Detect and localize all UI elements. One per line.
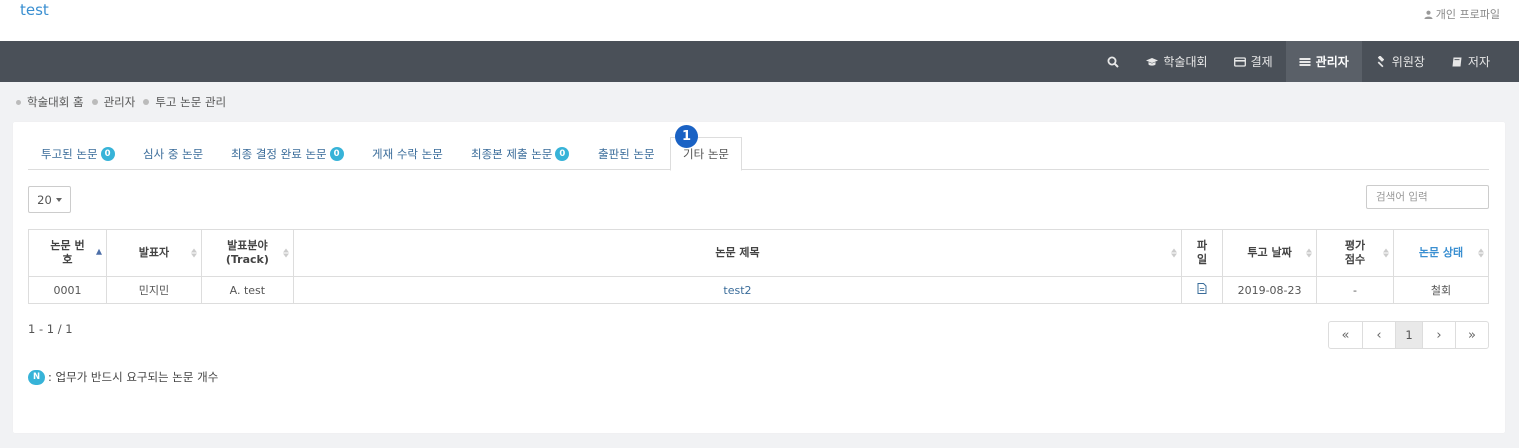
- breadcrumb-separator: [143, 99, 150, 105]
- table-row: 0001 민지민 A. test test2 2019-08-23 - 철회: [28, 276, 1490, 304]
- graduation-cap-icon: [1146, 57, 1159, 66]
- top-header: test 개인 프로파일: [0, 0, 1519, 41]
- legend-badge: N: [28, 369, 45, 385]
- tab-label: 기타 논문: [683, 147, 729, 161]
- cell-score: -: [1316, 276, 1394, 304]
- site-title[interactable]: test: [20, 1, 49, 19]
- col-header-title[interactable]: 논문 제목: [292, 229, 1183, 277]
- paper-title-link[interactable]: test2: [723, 284, 751, 297]
- profile-label: 개인 프로파일: [1435, 8, 1500, 21]
- tab-label: 게재 수락 논문: [372, 146, 443, 161]
- breadcrumb-separator: [91, 99, 98, 105]
- col-header-status[interactable]: 논문 상태: [1392, 229, 1490, 277]
- col-header-score[interactable]: 평가 점수: [1316, 229, 1394, 277]
- table-header-row: 논문 번호 발표자 발표분야 (Track) 논문 제목 파일 투고 날짜 평가…: [28, 229, 1490, 277]
- nav-item-chair[interactable]: 위원장: [1362, 41, 1438, 82]
- count-badge: 0: [329, 146, 344, 161]
- cell-number: 0001: [28, 276, 107, 304]
- tab-submitted[interactable]: 투고된 논문 0: [41, 137, 115, 170]
- legend-text: : 업무가 반드시 요구되는 논문 개수: [48, 370, 219, 384]
- pagination-next[interactable]: ›: [1422, 322, 1455, 348]
- sort-icon: [282, 248, 289, 258]
- paper-tabs: 투고된 논문 0 심사 중 논문 최종 결정 완료 논문 0 게재 수락 논문 …: [28, 125, 1489, 171]
- count-badge: 0: [100, 146, 115, 161]
- breadcrumb: 학술대회 홈 관리자 투고 논문 관리: [16, 94, 226, 110]
- page-size-value: 20: [37, 192, 52, 207]
- papers-table: 논문 번호 발표자 발표분야 (Track) 논문 제목 파일 투고 날짜 평가…: [28, 229, 1490, 304]
- sort-icon: [1171, 248, 1178, 258]
- nav-label: 관리자: [1315, 55, 1349, 69]
- cell-file: [1181, 276, 1224, 304]
- user-icon: [1424, 10, 1433, 19]
- book-icon: [1452, 57, 1462, 66]
- search-icon: [1107, 56, 1120, 68]
- col-header-date[interactable]: 투고 날짜: [1222, 229, 1318, 277]
- page-size-select[interactable]: 20: [28, 186, 71, 213]
- result-range: 1 - 1 / 1: [28, 322, 73, 336]
- breadcrumb-item-current: 투고 논문 관리: [155, 95, 227, 109]
- nav-item-payment[interactable]: 결제: [1221, 41, 1286, 82]
- nav-search-button[interactable]: [1093, 41, 1133, 82]
- col-header-presenter[interactable]: 발표자: [105, 229, 202, 277]
- tab-under-review[interactable]: 심사 중 논문: [143, 137, 203, 170]
- pagination-first[interactable]: «: [1329, 322, 1362, 348]
- gavel-icon: [1377, 55, 1384, 67]
- breadcrumb-item-admin[interactable]: 관리자: [104, 94, 136, 110]
- tab-final-decision[interactable]: 최종 결정 완료 논문 0: [231, 137, 344, 170]
- count-badge: 0: [555, 146, 570, 161]
- nav-item-author[interactable]: 저자: [1438, 41, 1503, 82]
- cell-date: 2019-08-23: [1222, 276, 1318, 304]
- nav-label: 저자: [1467, 55, 1490, 69]
- cell-title: test2: [292, 276, 1183, 304]
- col-header-number[interactable]: 논문 번호: [28, 229, 107, 277]
- sort-icon: [1382, 248, 1389, 258]
- nav-label: 위원장: [1391, 55, 1425, 69]
- nav-item-admin[interactable]: 관리자: [1285, 41, 1362, 82]
- badge-legend: N : 업무가 반드시 요구되는 논문 개수: [28, 369, 218, 385]
- cell-track: A. test: [200, 276, 294, 304]
- nav-label: 결제: [1250, 55, 1273, 69]
- col-header-file: 파일: [1181, 229, 1224, 277]
- tab-label: 최종 결정 완료 논문: [231, 146, 327, 161]
- profile-link[interactable]: 개인 프로파일: [1424, 6, 1500, 22]
- tab-label: 출판된 논문: [598, 146, 655, 161]
- search-input[interactable]: [1366, 185, 1489, 209]
- tab-label: 최종본 제출 논문: [471, 146, 553, 161]
- tab-label: 심사 중 논문: [143, 146, 204, 161]
- nav-label: 학술대회: [1163, 55, 1208, 69]
- pagination-current[interactable]: 1: [1395, 322, 1422, 348]
- pagination: « ‹ 1 › »: [1328, 321, 1489, 349]
- credit-card-icon: [1233, 56, 1246, 67]
- cell-presenter: 민지민: [105, 276, 202, 304]
- tab-label: 투고된 논문: [41, 146, 98, 161]
- sort-icon: [190, 248, 197, 258]
- tab-accepted[interactable]: 게재 수락 논문: [372, 137, 443, 170]
- sort-asc-icon: [95, 248, 102, 255]
- sort-icon: [1478, 248, 1484, 258]
- step-marker: 1: [675, 125, 698, 148]
- pagination-last[interactable]: »: [1455, 322, 1488, 348]
- caret-down-icon: [55, 197, 62, 202]
- file-icon[interactable]: [1197, 283, 1207, 294]
- nav-item-conference[interactable]: 학술대회: [1133, 41, 1220, 82]
- home-icon: [16, 99, 21, 105]
- content-panel: 투고된 논문 0 심사 중 논문 최종 결정 완료 논문 0 게재 수락 논문 …: [13, 122, 1505, 433]
- sort-icon: [1306, 248, 1313, 258]
- pagination-prev[interactable]: ‹: [1362, 322, 1395, 348]
- cell-status: 철회: [1392, 276, 1490, 304]
- tab-final-submitted[interactable]: 최종본 제출 논문 0: [471, 137, 570, 170]
- breadcrumb-item-home[interactable]: 학술대회 홈: [27, 94, 84, 110]
- list-icon: [1299, 57, 1311, 66]
- main-navbar: 학술대회 결제 관리자 위원장 저자: [0, 41, 1519, 82]
- col-header-track[interactable]: 발표분야 (Track): [200, 229, 294, 277]
- tab-published[interactable]: 출판된 논문: [598, 137, 655, 170]
